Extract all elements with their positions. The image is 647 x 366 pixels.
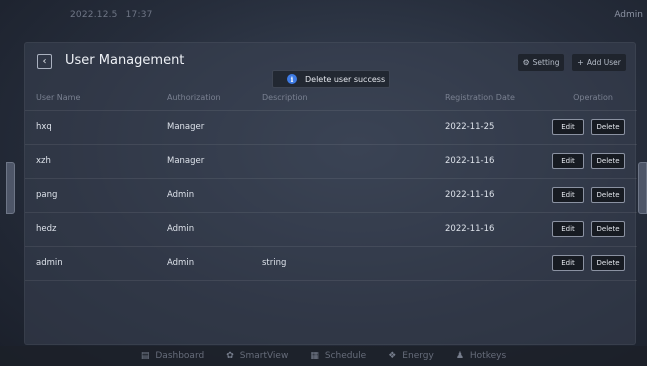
nav-item-energy[interactable]: ❖ Energy bbox=[388, 351, 434, 361]
cell-operation: Edit Delete bbox=[549, 144, 637, 179]
nav-label: Energy bbox=[402, 351, 434, 361]
calendar-icon: ▦ bbox=[310, 351, 319, 361]
add-user-label: Add User bbox=[586, 58, 621, 67]
cell-authorization: Manager bbox=[167, 110, 262, 145]
table-row: xzh Manager 2022-11-16 Edit Delete bbox=[25, 144, 637, 179]
info-icon: i bbox=[287, 74, 297, 84]
nav-label: Dashboard bbox=[155, 351, 205, 361]
cell-registration-date: 2022-11-16 bbox=[445, 144, 549, 179]
cell-operation: Edit Delete bbox=[549, 110, 637, 145]
delete-button[interactable]: Delete bbox=[591, 187, 625, 203]
table-row: pang Admin 2022-11-16 Edit Delete bbox=[25, 178, 637, 213]
add-user-button[interactable]: + Add User bbox=[572, 54, 626, 71]
nav-label: Hotkeys bbox=[469, 351, 507, 361]
chevron-left-icon: ‹ bbox=[42, 55, 47, 67]
current-user[interactable]: Admin bbox=[614, 10, 643, 20]
bottom-nav: ▤ Dashboard ✿ SmartView ▦ Schedule ❖ Ene… bbox=[0, 346, 647, 366]
column-header-description: Description bbox=[262, 86, 445, 111]
table-row: hxq Manager 2022-11-25 Edit Delete bbox=[25, 110, 637, 145]
column-header-authorization: Authorization bbox=[167, 86, 262, 111]
date-text: 2022.12.5 bbox=[70, 10, 118, 20]
delete-button[interactable]: Delete bbox=[591, 221, 625, 237]
energy-icon: ❖ bbox=[388, 351, 397, 361]
cell-user-name: pang bbox=[25, 178, 167, 213]
back-button[interactable]: ‹ bbox=[37, 54, 52, 69]
nav-label: SmartView bbox=[239, 351, 289, 361]
column-header-user-name: User Name bbox=[25, 86, 167, 111]
edit-button[interactable]: Edit bbox=[552, 187, 584, 203]
cell-description: string bbox=[262, 246, 445, 281]
delete-button[interactable]: Delete bbox=[591, 119, 625, 135]
user-table: User Name Authorization Description Regi… bbox=[25, 86, 637, 281]
column-header-operation: Operation bbox=[549, 86, 637, 111]
nav-label: Schedule bbox=[324, 351, 367, 361]
cell-authorization: Admin bbox=[167, 212, 262, 247]
cell-user-name: xzh bbox=[25, 144, 167, 179]
cell-description bbox=[262, 110, 445, 145]
nav-item-hotkeys[interactable]: ♟ Hotkeys bbox=[456, 351, 506, 361]
cell-user-name: admin bbox=[25, 246, 167, 281]
time-text: 17:37 bbox=[125, 10, 153, 20]
edit-button[interactable]: Edit bbox=[552, 221, 584, 237]
toast-message: Delete user success bbox=[305, 74, 386, 84]
cell-registration-date: 2022-11-16 bbox=[445, 178, 549, 213]
setting-button[interactable]: ⚙ Setting bbox=[518, 54, 564, 71]
toast-notification: i Delete user success bbox=[272, 70, 390, 88]
cell-authorization: Manager bbox=[167, 144, 262, 179]
cell-authorization: Admin bbox=[167, 246, 262, 281]
dashboard-icon: ▤ bbox=[140, 351, 150, 361]
user-management-panel: ‹ User Management ⚙ Setting + Add User U… bbox=[24, 42, 637, 345]
cell-user-name: hedz bbox=[25, 212, 167, 247]
plus-icon: + bbox=[577, 58, 584, 67]
delete-button[interactable]: Delete bbox=[591, 153, 625, 169]
datetime: 2022.12.5 17:37 bbox=[70, 10, 153, 20]
table-header: User Name Authorization Description Regi… bbox=[25, 86, 637, 111]
cell-user-name: hxq bbox=[25, 110, 167, 145]
nav-item-schedule[interactable]: ▦ Schedule bbox=[310, 351, 366, 361]
table-row: admin Admin string Edit Delete bbox=[25, 246, 637, 281]
person-icon: ♟ bbox=[455, 351, 464, 361]
page-title: User Management bbox=[65, 53, 185, 68]
cell-description bbox=[262, 178, 445, 213]
nav-item-dashboard[interactable]: ▤ Dashboard bbox=[141, 351, 204, 361]
table-row: hedz Admin 2022-11-16 Edit Delete bbox=[25, 212, 637, 247]
edit-button[interactable]: Edit bbox=[552, 153, 584, 169]
cell-registration-date bbox=[445, 246, 549, 281]
cell-operation: Edit Delete bbox=[549, 212, 637, 247]
left-drawer-handle[interactable] bbox=[6, 162, 15, 214]
edit-button[interactable]: Edit bbox=[552, 255, 584, 271]
setting-label: Setting bbox=[532, 58, 560, 67]
right-drawer-handle[interactable] bbox=[638, 162, 647, 214]
cell-authorization: Admin bbox=[167, 178, 262, 213]
edit-button[interactable]: Edit bbox=[552, 119, 584, 135]
column-header-registration-date: Registration Date bbox=[445, 86, 549, 111]
cell-operation: Edit Delete bbox=[549, 178, 637, 213]
cell-registration-date: 2022-11-16 bbox=[445, 212, 549, 247]
nav-item-smartview[interactable]: ✿ SmartView bbox=[226, 351, 288, 361]
delete-button[interactable]: Delete bbox=[591, 255, 625, 271]
cell-description bbox=[262, 212, 445, 247]
smartview-icon: ✿ bbox=[226, 351, 234, 361]
gear-icon: ⚙ bbox=[522, 58, 530, 67]
cell-operation: Edit Delete bbox=[549, 246, 637, 281]
top-bar: 2022.12.5 17:37 Admin bbox=[0, 0, 647, 30]
cell-description bbox=[262, 144, 445, 179]
cell-registration-date: 2022-11-25 bbox=[445, 110, 549, 145]
